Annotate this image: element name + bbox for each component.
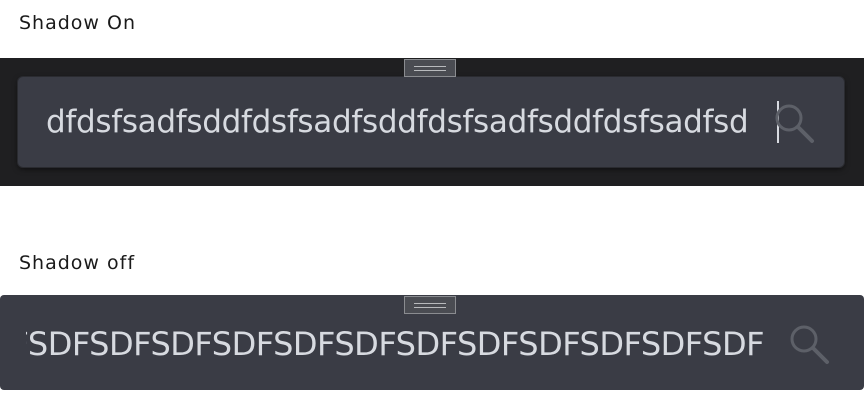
- drag-handle-icon[interactable]: [404, 296, 456, 314]
- shadow-on-panel: dfdsfsadfsddfdsfsadfsddfdsfsadfsddfdsfsa…: [0, 58, 864, 186]
- search-input-shadow-off[interactable]: DFSDFSDFSDFSDFSDFSDFSDFSDFSDFSDFSDFSDF: [26, 295, 764, 390]
- section-label-shadow-off: Shadow off: [19, 252, 136, 274]
- search-icon[interactable]: [787, 322, 831, 366]
- search-value-shadow-on: dfdsfsadfsddfdsfsadfsddfdsfsadfsddfdsfsa…: [46, 104, 749, 140]
- drag-handle-icon[interactable]: [404, 59, 456, 77]
- search-value-shadow-off: DFSDFSDFSDFSDFSDFSDFSDFSDFSDFSDFSDFSDF: [26, 325, 764, 363]
- search-box-shadow-on[interactable]: dfdsfsadfsddfdsfsadfsddfdsfsadfsddfdsfsa…: [18, 77, 844, 167]
- search-icon[interactable]: [772, 101, 816, 145]
- search-input-shadow-on[interactable]: dfdsfsadfsddfdsfsadfsddfdsfsadfsddfdsfsa…: [46, 77, 776, 167]
- section-label-shadow-on: Shadow On: [19, 12, 137, 34]
